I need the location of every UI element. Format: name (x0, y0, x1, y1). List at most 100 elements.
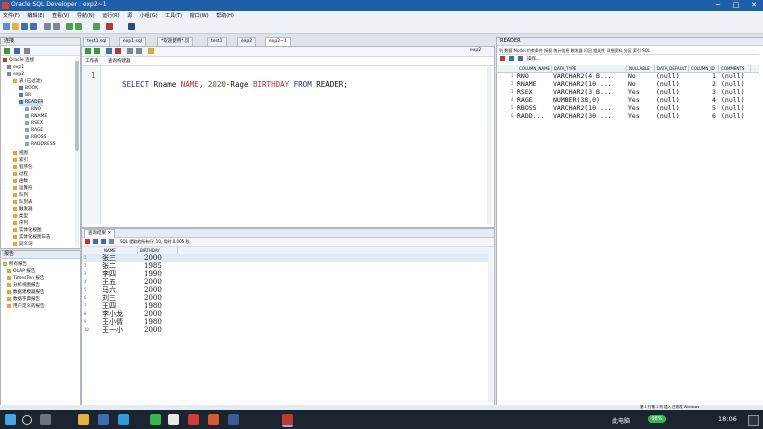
add-connection-icon[interactable] (4, 48, 10, 54)
tree-item-packages[interactable]: 程序包 (13, 164, 33, 171)
maximize-button[interactable]: □ (728, 0, 744, 11)
tab-exp1-sql[interactable]: exp1.sql (119, 37, 146, 46)
table-row[interactable]: 5 马六 2000 (82, 286, 488, 294)
tree-item-rno[interactable]: RNO (25, 106, 41, 113)
cell-nullable[interactable]: Yes (628, 104, 640, 112)
tree-item-exp2[interactable]: exp2 (7, 71, 24, 78)
tree-item-tables[interactable]: 表 (已过滤) (13, 78, 42, 85)
tree-item-indexes[interactable]: 索引 (13, 157, 28, 164)
cell-name[interactable]: 王四 (102, 302, 116, 310)
table-row[interactable]: 6 RADD... VARCHAR2(30 ... Yes (null) 6 (null) (497, 112, 759, 120)
menu-file[interactable]: 文件(F) (0, 11, 23, 21)
column-header-birthday[interactable]: BIRTHDAY (138, 247, 178, 254)
clock[interactable]: 18:06 (718, 415, 737, 423)
sql-editor-text[interactable]: SELECT Rname NAME, 2020-Rage BIRTHDAY FR… (104, 71, 348, 98)
app-icon-2[interactable] (168, 414, 179, 425)
menu-view[interactable]: 查看(V) (49, 11, 72, 21)
cell-birthday[interactable]: 2000 (144, 310, 162, 318)
tree-item-raddress[interactable]: RADDRESS (25, 141, 56, 148)
tab-worksheet[interactable]: 工作表 (85, 58, 99, 64)
results-vscroll[interactable] (488, 247, 493, 403)
app-icon-3[interactable] (188, 414, 199, 425)
connections-scrollbar[interactable] (75, 57, 79, 247)
cell-birthday[interactable]: 2000 (144, 326, 162, 334)
cell-data-default[interactable]: (null) (656, 96, 679, 104)
tree-item-reader[interactable]: READER (19, 99, 44, 106)
cell-nullable[interactable]: Yes (628, 96, 640, 104)
run-statement-icon[interactable] (85, 48, 91, 54)
cell-column-id[interactable]: 3 (712, 88, 716, 96)
tab-welcome[interactable]: *欢迎使用*.页 (157, 37, 194, 46)
autotrace-icon[interactable] (136, 48, 142, 54)
results-tab[interactable]: 查询结果 ✕ (84, 229, 116, 238)
tab-exp2[interactable]: exp2 (237, 37, 257, 46)
pin-icon[interactable] (85, 239, 90, 244)
run-icon[interactable] (93, 23, 100, 30)
tree-item-types[interactable]: 类型 (13, 213, 28, 220)
cell-name[interactable]: 马六 (102, 286, 116, 294)
table-row[interactable]: 3 RSEX VARCHAR2(3 B... Yes (null) 3 (null) (497, 88, 759, 96)
cell-data-default[interactable]: (null) (656, 72, 679, 80)
tree-item-oracle[interactable]: Oracle 连接 (3, 57, 34, 64)
tree-item-queue-tables[interactable]: 队列表 (13, 199, 33, 206)
report-analytic-views[interactable]: 分析视图报告 (7, 282, 40, 289)
cell-data-type[interactable]: VARCHAR2(10 ... (553, 104, 612, 112)
refresh-results-icon[interactable] (93, 239, 98, 244)
menu-source[interactable]: 源 (124, 11, 135, 21)
menu-navigate[interactable]: 导航(N) (74, 11, 98, 21)
export-icon[interactable] (101, 239, 106, 244)
cell-data-default[interactable]: (null) (656, 88, 679, 96)
connection-selector[interactable]: exp2 (470, 48, 481, 53)
file-explorer-icon[interactable] (78, 414, 89, 425)
menu-team[interactable]: 小组(G) (137, 11, 161, 21)
edit-icon[interactable] (509, 56, 514, 61)
cell-birthday[interactable]: 1980 (144, 318, 162, 326)
cell-birthday[interactable]: 1990 (144, 270, 162, 278)
open-icon[interactable] (12, 23, 19, 30)
commit-icon[interactable] (106, 48, 112, 54)
cell-nullable[interactable]: Yes (628, 88, 640, 96)
cell-name[interactable]: 刘三 (102, 294, 116, 302)
table-row[interactable]: 3 李四 1990 (82, 270, 488, 278)
new-icon[interactable] (3, 23, 10, 30)
table-row[interactable]: 4 王五 2000 (82, 278, 488, 286)
tab-query-builder[interactable]: 查询构建器 (108, 58, 131, 64)
cell-data-type[interactable]: VARCHAR2(4 B... (553, 72, 612, 80)
save-all-icon[interactable] (30, 23, 37, 30)
cell-nullable[interactable]: No (628, 72, 636, 80)
store-icon[interactable] (98, 414, 109, 425)
report-data-dictionary[interactable]: 数据字典报告 (7, 296, 40, 303)
report-data-modeler[interactable]: 数据建模器报告 (7, 289, 45, 296)
table-row[interactable]: 2 RNAME VARCHAR2(10 ... No (null) 2 (null) (497, 80, 759, 88)
tree-item-mview-logs[interactable]: 实体化视图日志 (13, 234, 51, 241)
cell-name[interactable]: 王五 (102, 278, 116, 286)
report-user-defined[interactable]: 用户定义的报告 (7, 303, 45, 310)
tree-item-triggers[interactable]: 触发器 (13, 206, 33, 213)
table-row[interactable]: 6 刘三 2000 (82, 294, 488, 302)
tree-item-functions[interactable]: 函数 (13, 178, 28, 185)
cell-name[interactable]: 王一小 (102, 326, 123, 334)
run-script-icon[interactable] (94, 48, 100, 54)
cell-name[interactable]: 王小倩 (102, 318, 123, 326)
tree-item-procedures[interactable]: 过程 (13, 171, 28, 178)
cell-data-default[interactable]: (null) (656, 80, 679, 88)
report-olap[interactable]: OLAP 报告 (7, 268, 35, 275)
explain-plan-icon[interactable] (127, 48, 133, 54)
minimize-button[interactable]: ─ (710, 0, 726, 11)
tree-item-rsex[interactable]: RSEX (25, 120, 43, 127)
cell-column-name[interactable]: RAGE (517, 96, 533, 104)
reader-subtabs[interactable]: 列 数据 Model 约束条件 授权 统计信息 触发器 闪回 相关性 详细资料 … (499, 47, 759, 55)
cell-data-type[interactable]: VARCHAR2(3 B... (553, 88, 612, 96)
this-pc-label[interactable]: 此电脑 (612, 416, 630, 425)
task-view-icon[interactable] (40, 414, 51, 425)
app-icon-4[interactable] (208, 414, 219, 425)
refresh-icon[interactable] (14, 48, 20, 54)
cell-nullable[interactable]: Yes (628, 112, 640, 120)
editor-vscroll[interactable] (487, 66, 492, 224)
tree-item-rboss[interactable]: RBOSS (25, 134, 46, 141)
sql-developer-taskbar-icon[interactable] (282, 414, 293, 427)
cell-data-type[interactable]: NUMBER(38,0) (553, 96, 600, 104)
pin-icon[interactable] (500, 56, 505, 61)
cell-comments[interactable]: (null) (721, 88, 744, 96)
tab-exp2-1[interactable]: exp2~1 (265, 37, 291, 46)
